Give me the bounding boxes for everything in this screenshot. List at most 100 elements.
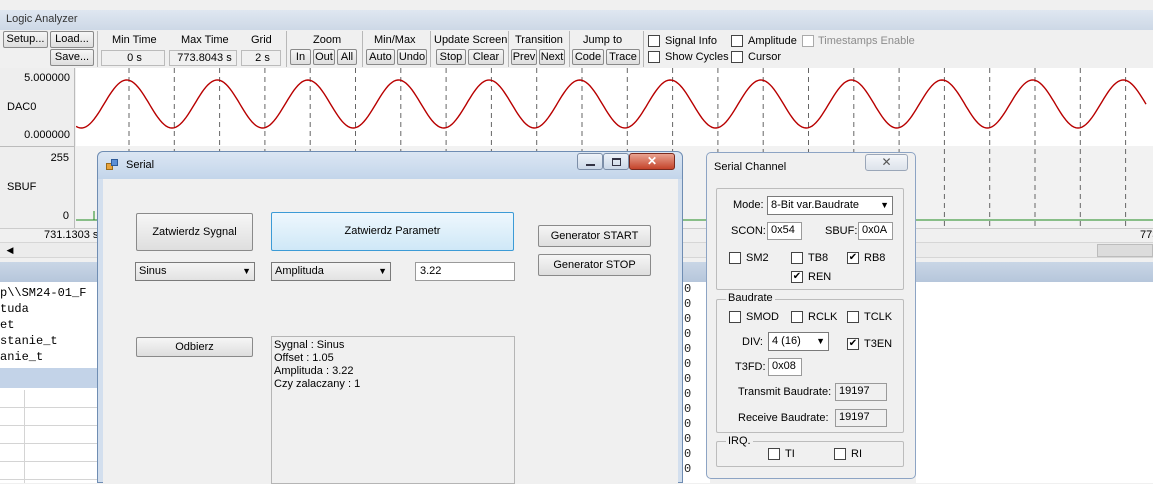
div-label: DIV:	[742, 336, 763, 348]
auto-button[interactable]: Auto	[366, 49, 395, 65]
save-button[interactable]: Save...	[50, 49, 94, 66]
tclk-label: TCLK	[864, 311, 893, 323]
tb8-label: TB8	[808, 252, 829, 264]
receive-button[interactable]: Odbierz	[136, 337, 253, 357]
minimize-button[interactable]	[577, 153, 603, 170]
transition-label: Transition	[515, 34, 563, 46]
grid-label: Grid	[251, 34, 272, 46]
output-line: Sygnal : Sinus	[274, 339, 345, 351]
analyzer-title: Logic Analyzer	[6, 13, 78, 25]
tb8-checkbox[interactable]	[791, 252, 803, 264]
signal-info-checkbox[interactable]	[648, 35, 660, 47]
source-editor: p\\SM24-01_F tuda et stanie_t anie_t	[0, 282, 100, 483]
scon-label: SCON:	[731, 225, 766, 237]
scon-field[interactable]: 0x54	[767, 222, 802, 240]
checkmark-icon: ✔	[848, 252, 858, 263]
source-line: p\\SM24-01_F	[0, 286, 87, 300]
sm2-checkbox[interactable]	[729, 252, 741, 264]
signal-info-label: Signal Info	[665, 35, 717, 47]
maximize-button[interactable]	[603, 153, 629, 170]
cursor-label: Cursor	[748, 51, 782, 63]
code-button[interactable]: Code	[572, 49, 604, 65]
show-cycles-checkbox[interactable]	[648, 51, 660, 63]
mode-label: Mode:	[733, 199, 764, 211]
stop-button[interactable]: Stop	[436, 49, 466, 65]
parameter-select[interactable]: Amplituda ▼	[271, 262, 391, 281]
dac-max-label: 5.000000	[24, 72, 70, 84]
smod-checkbox[interactable]	[729, 311, 741, 323]
ri-label: RI	[851, 448, 862, 460]
ri-checkbox[interactable]	[834, 448, 846, 460]
sm2-label: SM2	[746, 252, 769, 264]
serial-channel-window: Serial Channel ✕ Mode: 8-Bit var.Baudrat…	[706, 152, 916, 479]
div-select-value: 4 (16)	[772, 335, 801, 347]
scroll-left-icon[interactable]: ◀	[3, 244, 17, 257]
ti-label: TI	[785, 448, 795, 460]
parameter-value-input[interactable]: 3.22	[415, 262, 515, 281]
scrollbar-thumb[interactable]	[1097, 244, 1153, 257]
parameter-select-value: Amplituda	[275, 265, 324, 277]
tclk-checkbox[interactable]	[847, 311, 859, 323]
cursor-checkbox[interactable]	[731, 51, 743, 63]
max-time-label: Max Time	[181, 34, 229, 46]
mode-select[interactable]: 8-Bit var.Baudrate ▼	[767, 196, 893, 215]
undo-button[interactable]: Undo	[397, 49, 427, 65]
t3en-checkbox[interactable]: ✔	[847, 338, 859, 350]
chevron-down-icon: ▼	[378, 266, 387, 276]
chevron-down-icon: ▼	[880, 200, 889, 210]
trace-button[interactable]: Trace	[606, 49, 640, 65]
t3fd-label: T3FD:	[735, 361, 766, 373]
watch-grid	[0, 390, 100, 483]
zoom-in-button[interactable]: In	[290, 49, 311, 65]
zoom-out-button[interactable]: Out	[313, 49, 335, 65]
amplitude-checkbox[interactable]	[731, 35, 743, 47]
load-button[interactable]: Load...	[50, 31, 94, 48]
chevron-down-icon: ▼	[816, 336, 825, 346]
confirm-signal-button[interactable]: Zatwierdz Sygnal	[136, 213, 253, 251]
clear-button[interactable]: Clear	[468, 49, 504, 65]
timestamps-label: Timestamps Enable	[818, 35, 915, 47]
source-line: stanie_t	[0, 334, 58, 348]
setup-button[interactable]: Setup...	[3, 31, 48, 48]
update-screen-label: Update Screen	[434, 34, 508, 46]
show-cycles-label: Show Cycles	[665, 51, 729, 63]
min-time-value: 0 s	[101, 50, 165, 66]
next-button[interactable]: Next	[539, 49, 565, 65]
rb8-checkbox[interactable]: ✔	[847, 252, 859, 264]
output-line: Offset : 1.05	[274, 352, 334, 364]
chevron-down-icon: ▼	[242, 266, 251, 276]
receive-baudrate-label: Receive Baudrate:	[738, 412, 829, 424]
irq-group-label: IRQ.	[726, 435, 753, 447]
jump-to-label: Jump to	[583, 34, 623, 46]
generator-stop-button[interactable]: Generator STOP	[538, 254, 651, 276]
transmit-baudrate-field: 19197	[835, 383, 887, 401]
confirm-parameter-button[interactable]: Zatwierdz Parametr	[271, 212, 514, 251]
smod-label: SMOD	[746, 311, 779, 323]
source-line: tuda	[0, 302, 29, 316]
prev-button[interactable]: Prev	[511, 49, 537, 65]
sbuf-name: SBUF	[7, 181, 37, 193]
checkmark-icon: ✔	[848, 338, 858, 349]
close-button[interactable]: ✕	[629, 153, 675, 170]
signal-select[interactable]: Sinus ▼	[135, 262, 255, 281]
source-line: anie_t	[0, 350, 44, 364]
close-icon: ✕	[646, 154, 658, 168]
ti-checkbox[interactable]	[768, 448, 780, 460]
sbuf-field[interactable]: 0x0A	[858, 222, 893, 240]
t3fd-field[interactable]: 0x08	[768, 358, 802, 376]
rclk-checkbox[interactable]	[791, 311, 803, 323]
zoom-all-button[interactable]: All	[337, 49, 357, 65]
minimize-icon	[586, 164, 595, 166]
timestamps-checkbox	[802, 35, 814, 47]
receive-baudrate-field: 19197	[835, 409, 887, 427]
t3en-label: T3EN	[864, 338, 893, 350]
ren-checkbox[interactable]: ✔	[791, 271, 803, 283]
serial-titlebar[interactable]: Serial ✕	[98, 152, 682, 179]
serial-window-title: Serial	[126, 159, 155, 171]
output-textbox[interactable]: Sygnal : Sinus Offset : 1.05 Amplituda :…	[271, 336, 515, 484]
amplitude-label: Amplitude	[748, 35, 797, 47]
sbuf-min-label: 0	[62, 210, 69, 222]
div-select[interactable]: 4 (16) ▼	[768, 332, 829, 351]
channel-close-button[interactable]: ✕	[865, 154, 908, 171]
generator-start-button[interactable]: Generator START	[538, 225, 651, 247]
